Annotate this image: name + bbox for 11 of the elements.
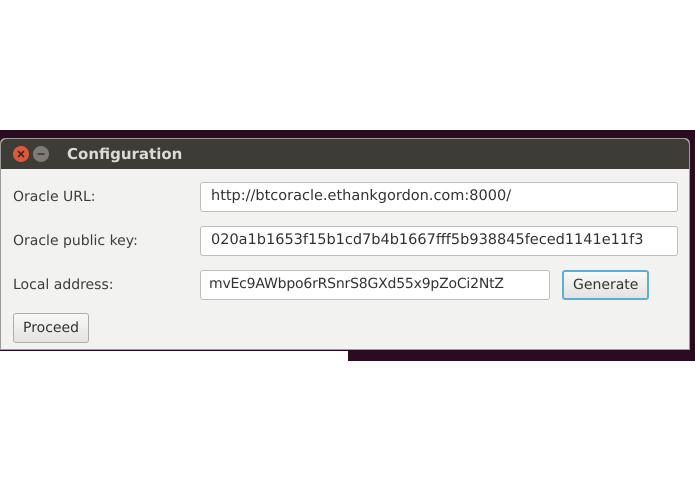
proceed-button[interactable]: Proceed: [13, 313, 90, 343]
field-label: Local address:: [13, 277, 114, 293]
minimize-icon[interactable]: [33, 146, 49, 162]
input-field[interactable]: http://btcoracle.ethankgordon.com:8000/: [200, 182, 678, 212]
field-label: Oracle public key:: [13, 233, 139, 249]
window-title: Configuration: [67, 145, 182, 163]
field-label: Oracle URL:: [13, 189, 96, 205]
generate-button[interactable]: Generate: [562, 270, 650, 300]
input-field[interactable]: mvEc9AWbpo6rRSnrS8GXd55x9pZoCi2NtZ: [200, 270, 550, 300]
input-field[interactable]: 020a1b1653f15b1cd7b4b1667fff5b938845feced1141e11f3: [200, 226, 678, 256]
close-icon[interactable]: [13, 146, 29, 162]
